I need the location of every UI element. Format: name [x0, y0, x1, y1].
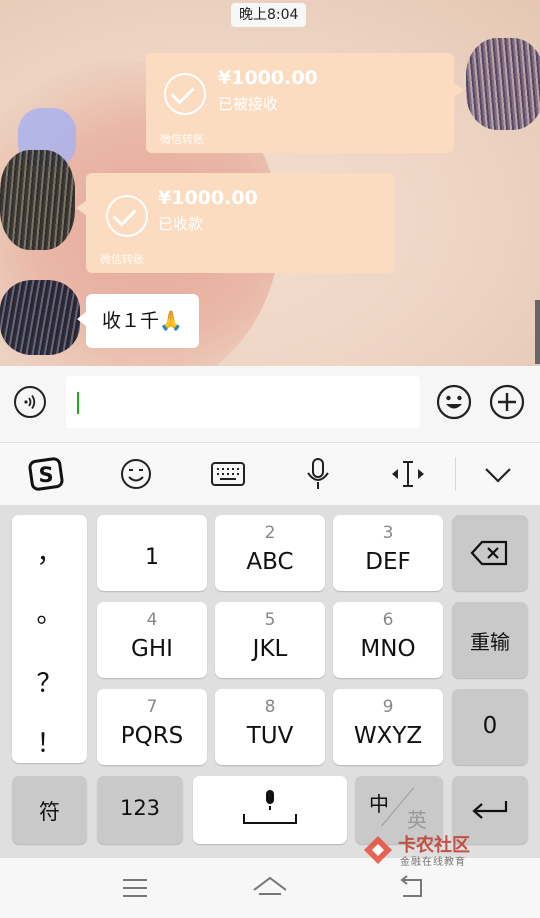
- key-letters: WXYZ: [353, 723, 423, 749]
- key-label: 0: [482, 713, 498, 739]
- key-2[interactable]: 2 ABC: [215, 515, 325, 591]
- transfer-status: 已收款: [158, 215, 204, 233]
- transfer-status: 已被接收: [218, 95, 279, 113]
- zh-label: 中: [369, 792, 389, 816]
- key-number: 5: [264, 610, 276, 630]
- key-number: 2: [264, 523, 276, 543]
- more-options-button[interactable]: [489, 384, 525, 420]
- transfer-footer: 微信转账: [100, 253, 144, 266]
- key-number: 7: [146, 697, 158, 717]
- toolbar-divider: [455, 457, 456, 491]
- punct-exclaim[interactable]: ！: [12, 723, 87, 760]
- check-circle-icon: [106, 195, 148, 237]
- voice-wave-icon: [24, 394, 36, 410]
- backspace-key[interactable]: [452, 515, 528, 591]
- backspace-icon: [470, 540, 508, 566]
- scrollbar[interactable]: [535, 300, 540, 364]
- key-number: 9: [382, 697, 394, 717]
- watermark-logo-icon: [364, 836, 392, 864]
- key-number: 3: [382, 523, 394, 543]
- symbol-label: 符: [39, 800, 60, 824]
- space-key[interactable]: [193, 776, 347, 844]
- numeric-key[interactable]: 123: [97, 776, 183, 844]
- transfer-amount: ¥1000.00: [158, 187, 258, 209]
- key-5[interactable]: 5 JKL: [215, 602, 325, 678]
- chat-area[interactable]: 晚上8:04 ¥1000.00 已被接收 微信转账 ¥1000.00 已收款 微…: [0, 0, 540, 366]
- redaction-scribble: [466, 38, 540, 130]
- microphone-icon[interactable]: [300, 457, 336, 491]
- transfer-card-received[interactable]: ¥1000.00 已收款 微信转账: [76, 173, 394, 273]
- watermark-subtitle: 金融在线教育: [400, 857, 466, 868]
- t9-keyboard: ， 。 ？ ！ 1 2 ABC 3 DEF 4 GHI 5 JKL 6 MNO …: [0, 505, 540, 858]
- key-letters: PQRS: [120, 723, 184, 749]
- key-letters: JKL: [252, 636, 288, 662]
- message-bubble[interactable]: 收１千🙏: [77, 294, 199, 348]
- transfer-card-sent[interactable]: ¥1000.00 已被接收 微信转账: [146, 53, 464, 153]
- microphone-icon: [266, 790, 274, 810]
- message-input[interactable]: [66, 376, 420, 428]
- keyboard-toolbar: S: [0, 443, 540, 505]
- space-bar-glyph: [243, 814, 297, 824]
- key-9[interactable]: 9 WXYZ: [333, 689, 443, 765]
- home-icon[interactable]: [252, 874, 288, 902]
- menu-icon[interactable]: [121, 874, 149, 902]
- svg-text:S: S: [38, 463, 53, 487]
- punct-comma[interactable]: ，: [12, 533, 87, 570]
- key-letters: GHI: [131, 636, 173, 662]
- key-3[interactable]: 3 DEF: [333, 515, 443, 591]
- cursor-move-icon[interactable]: [390, 457, 426, 491]
- key-6[interactable]: 6 MNO: [333, 602, 443, 678]
- redaction-scribble: [0, 150, 75, 250]
- redaction-scribble: [0, 280, 80, 355]
- check-circle-icon: [164, 73, 206, 115]
- text-caret: [77, 392, 79, 414]
- key-8[interactable]: 8 TUV: [215, 689, 325, 765]
- key-number: 4: [146, 610, 158, 630]
- back-icon[interactable]: [397, 874, 427, 902]
- key-number: 6: [382, 610, 394, 630]
- key-letters: TUV: [246, 723, 294, 749]
- key-letters: ABC: [246, 549, 294, 575]
- key-7[interactable]: 7 PQRS: [97, 689, 207, 765]
- punct-period[interactable]: 。: [12, 593, 87, 630]
- sogou-logo-icon[interactable]: S: [28, 457, 64, 491]
- key-label: 1: [145, 545, 159, 570]
- key-letters: DEF: [365, 549, 411, 575]
- transfer-amount: ¥1000.00: [218, 67, 318, 89]
- message-timestamp: 晚上8:04: [231, 3, 307, 27]
- punct-question[interactable]: ？: [12, 663, 87, 700]
- key-letters: MNO: [360, 636, 416, 662]
- symbol-key[interactable]: 符: [12, 776, 87, 844]
- emoji-face-icon[interactable]: [118, 457, 154, 491]
- enter-arrow-icon: [472, 801, 508, 819]
- voice-input-button[interactable]: [14, 386, 46, 418]
- keyboard-icon[interactable]: [210, 457, 246, 491]
- key-number: 8: [264, 697, 276, 717]
- emoji-button[interactable]: [436, 384, 472, 420]
- reenter-key[interactable]: 重输: [452, 602, 528, 678]
- punctuation-column[interactable]: ， 。 ？ ！: [12, 515, 87, 763]
- reenter-label: 重输: [470, 630, 510, 654]
- input-bar: [0, 366, 540, 443]
- transfer-footer: 微信转账: [160, 133, 204, 146]
- watermark: 卡农社区 金融在线教育: [362, 830, 532, 870]
- chevron-down-icon[interactable]: [480, 457, 516, 491]
- key-0[interactable]: 0: [452, 689, 528, 765]
- key-4[interactable]: 4 GHI: [97, 602, 207, 678]
- numeric-label: 123: [119, 796, 161, 820]
- en-label: 英: [407, 808, 427, 832]
- key-1[interactable]: 1: [97, 515, 207, 591]
